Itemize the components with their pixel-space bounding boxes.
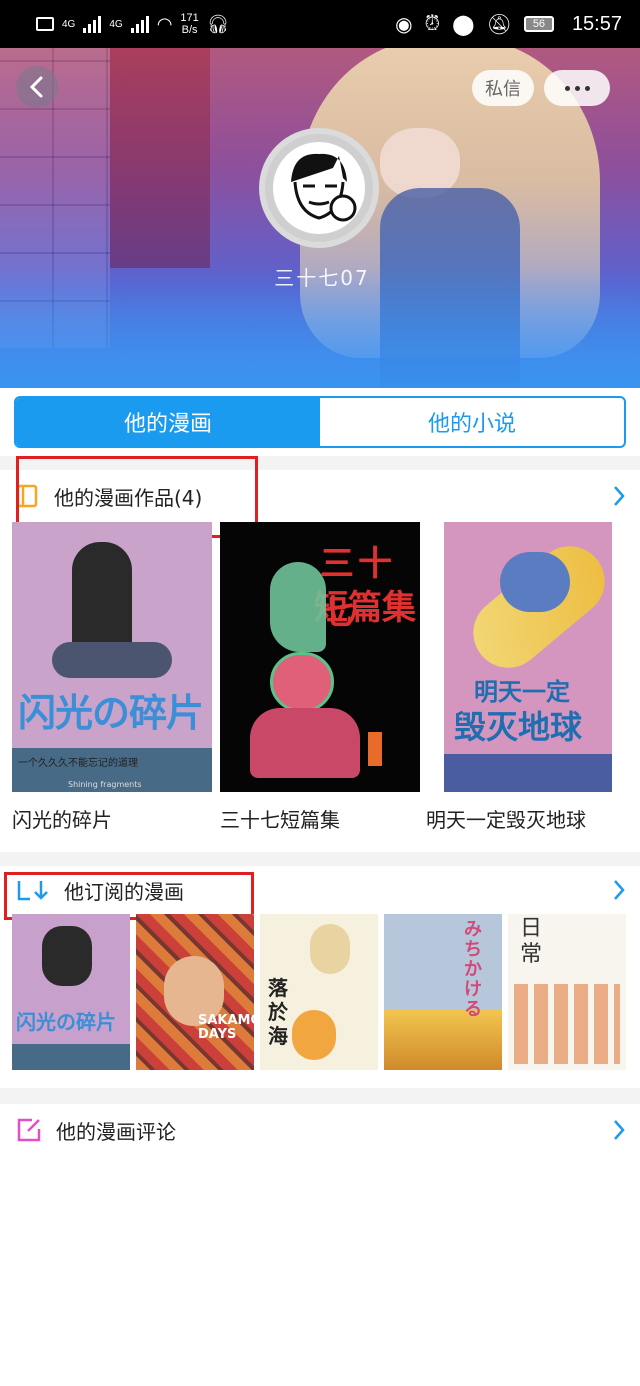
subscribed-comic-cover[interactable]: 落於海 [260, 914, 378, 1070]
tab-novels[interactable]: 他的小说 [320, 398, 624, 446]
cover-art-ghost [270, 562, 326, 652]
comic-title[interactable]: 闪光的碎片 [12, 804, 112, 833]
network-speed: 171 B/s [180, 12, 198, 36]
dot-icon [574, 85, 580, 91]
cover-art-girl [310, 924, 350, 974]
avatar-face-icon [291, 153, 357, 222]
cover-art-figure [42, 926, 92, 986]
cover-art-boy-head [270, 652, 334, 712]
tab-comics[interactable]: 他的漫画 [16, 398, 320, 446]
content-tabs: 他的漫画 他的小说 [14, 396, 626, 448]
alarm-icon: ⏰︎ [424, 12, 441, 35]
avatar-drawing [273, 142, 365, 234]
chevron-right-icon [614, 880, 625, 900]
headphones-icon: 🎧︎ [206, 13, 230, 34]
bell-muted-icon: 🔕︎ [486, 13, 512, 36]
sim-icon [36, 17, 54, 31]
section-divider [0, 1088, 640, 1104]
cover-title-art: みちかける [464, 919, 482, 1020]
comic-title[interactable]: 明天一定毁灭地球 [426, 804, 586, 833]
comic-title[interactable]: 三十七短篇集 [220, 804, 340, 833]
private-message-button[interactable]: 私信 [472, 70, 534, 106]
back-button[interactable] [16, 66, 58, 108]
battery-level: 56 [532, 18, 546, 30]
network-type-2: 4G [109, 18, 123, 30]
more-button[interactable] [544, 70, 610, 106]
cover-art-cat [500, 552, 570, 612]
profile-screen: { "status_bar": { "speed_value": "171", … [0, 0, 640, 1386]
comic-cover-short-stories[interactable]: 三十七 短篇集 [220, 522, 420, 792]
cover-footer-band [444, 754, 612, 792]
avatar[interactable] [259, 128, 379, 248]
speed-value: 171 [180, 12, 199, 24]
header-art-roses [110, 48, 210, 268]
subscribed-comic-cover[interactable]: SAKAMOTO DAYS [136, 914, 254, 1070]
clock: 15:57 [571, 12, 622, 35]
dot-icon [564, 85, 570, 91]
cover-footer-text: Shining fragments [68, 780, 142, 789]
speed-unit: B/s [181, 24, 198, 36]
cover-art-legs [52, 642, 172, 678]
wifi-icon: ◠ [156, 13, 173, 34]
dot-icon [584, 85, 590, 91]
comic-cover-shining-fragments[interactable]: 闪光の碎片 一个久久久不能忘记的道理 Shining fragments [12, 522, 212, 792]
cover-title-art: 日常 [520, 916, 543, 967]
subscribed-comic-cover[interactable]: みちかける [384, 914, 502, 1070]
chevron-right-icon [614, 1120, 625, 1140]
cover-title-art: 落於海 [268, 976, 288, 1048]
cover-subtext: 一个久久久不能忘记的道理 [18, 758, 138, 769]
cover-art-candle [368, 732, 382, 766]
signal-icon-2 [130, 15, 149, 33]
cover-title-art: 闪光の碎片 [18, 691, 204, 735]
edit-comment-icon [17, 1118, 41, 1142]
cover-footer-band [12, 1044, 130, 1070]
battery-icon: 56 [523, 16, 554, 32]
chevron-right-icon [614, 486, 625, 506]
status-bar: 4G 4G ◠ 171 B/s 🎧︎ ◉ ⏰︎ ⬤ 🔕︎ 56 15:57 [0, 0, 640, 48]
comic-cover-destroy-earth[interactable]: 明天一定 毁灭地球 [444, 522, 612, 792]
subscribed-comic-cover[interactable]: 日常 [508, 914, 626, 1070]
cover-art-boy-body [250, 708, 360, 778]
username: 三十七07 [274, 266, 370, 290]
eye-icon: ◉ [395, 13, 413, 36]
location-icon: ⬤ [452, 13, 475, 36]
cover-title-art-2: 短篇集 [314, 588, 416, 628]
subscribed-comic-cover[interactable]: 闪光の碎片 [12, 914, 130, 1070]
highlight-box [4, 872, 254, 920]
cover-title-art-2: 毁灭地球 [454, 708, 583, 746]
cover-art-boy [292, 1010, 336, 1060]
comments-section-header[interactable]: 他的漫画评论 [0, 1104, 640, 1156]
comments-section-title: 他的漫画评论 [56, 1119, 176, 1144]
cover-art-students [514, 984, 620, 1064]
cover-title-art: SAKAMOTO DAYS [198, 1013, 254, 1042]
network-type-1: 4G [62, 18, 76, 30]
chevron-left-icon [29, 76, 43, 98]
signal-icon [83, 15, 102, 33]
cover-title-art: 闪光の碎片 [16, 1010, 116, 1034]
